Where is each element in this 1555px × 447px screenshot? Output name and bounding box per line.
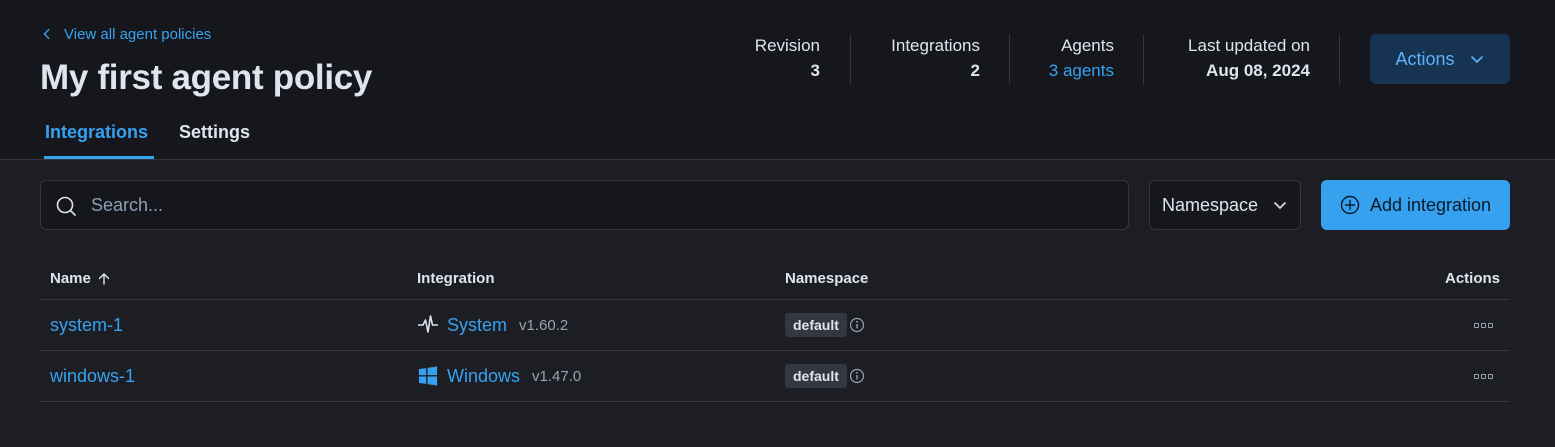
sort-ascending-icon: [98, 272, 110, 285]
divider: [40, 401, 1510, 402]
more-actions-icon[interactable]: [1474, 370, 1496, 382]
stat-revision-value: 3: [810, 61, 820, 80]
table-row: system-1: [50, 313, 123, 337]
info-icon[interactable]: [849, 317, 865, 333]
row-actions-cell: [1474, 313, 1496, 337]
search-input[interactable]: [91, 181, 1111, 229]
namespace-cell: default: [785, 364, 865, 388]
stat-integrations-label: Integrations: [891, 36, 980, 55]
active-tab-indicator: [44, 156, 154, 159]
actions-button-label: Actions: [1395, 48, 1455, 69]
stat-updated-value: Aug 08, 2024: [1206, 61, 1310, 80]
divider: [1339, 34, 1340, 84]
divider: [850, 34, 851, 84]
add-integration-label: Add integration: [1369, 194, 1492, 215]
namespace-badge: default: [785, 313, 847, 337]
back-link-label: View all agent policies: [64, 25, 212, 43]
divider: [1009, 34, 1010, 84]
integration-link[interactable]: Windows: [447, 366, 520, 387]
namespace-filter[interactable]: Namespace: [1149, 180, 1301, 230]
policy-name-link[interactable]: windows-1: [50, 366, 135, 387]
chevron-down-icon: [1470, 56, 1483, 64]
divider: [40, 350, 1510, 351]
integration-cell: Windows v1.47.0: [417, 364, 581, 388]
page-header: View all agent policies My first agent p…: [0, 0, 1555, 160]
column-header-namespace: Namespace: [785, 270, 869, 287]
add-integration-button[interactable]: Add integration: [1321, 180, 1510, 230]
actions-button[interactable]: Actions: [1370, 34, 1510, 84]
column-header-integration: Integration: [417, 270, 495, 287]
page-title: My first agent policy: [40, 58, 373, 97]
stat-updated-label: Last updated on: [1188, 36, 1310, 55]
integration-version: v1.60.2: [519, 316, 569, 334]
chevron-left-icon: [43, 28, 50, 40]
column-header-actions: Actions: [1445, 270, 1501, 287]
row-actions-cell: [1474, 364, 1496, 388]
integration-cell: System v1.60.2: [417, 313, 568, 337]
namespace-filter-label: Namespace: [1162, 194, 1259, 215]
more-actions-icon[interactable]: [1474, 319, 1496, 331]
namespace-badge: default: [785, 364, 847, 388]
divider: [40, 299, 1510, 300]
search-box[interactable]: [40, 180, 1129, 230]
windows-logo-icon: [417, 365, 439, 387]
plus-circle-icon: [1340, 195, 1360, 215]
integration-link[interactable]: System: [447, 315, 507, 336]
back-link[interactable]: View all agent policies: [40, 24, 211, 44]
stat-integrations: Integrations 2: [870, 34, 980, 84]
tab-settings[interactable]: Settings: [179, 122, 250, 143]
system-pulse-icon: [417, 314, 439, 336]
namespace-cell: default: [785, 313, 865, 337]
table-row: windows-1: [50, 364, 135, 388]
tab-integrations[interactable]: Integrations: [45, 122, 148, 143]
integration-version: v1.47.0: [532, 367, 582, 385]
stat-agents-label: Agents: [1061, 36, 1114, 55]
column-header-name-label: Name: [50, 270, 91, 287]
column-header-name[interactable]: Name: [50, 270, 111, 287]
search-icon: [56, 196, 76, 216]
stat-revision: Revision 3: [740, 34, 820, 84]
stat-integrations-value: 2: [970, 61, 980, 80]
info-icon[interactable]: [849, 368, 865, 384]
chevron-down-icon: [1274, 202, 1286, 210]
stat-agents: Agents 3 agents: [1030, 34, 1114, 84]
policy-name-link[interactable]: system-1: [50, 315, 123, 336]
agents-count-link[interactable]: 3 agents: [1030, 58, 1114, 84]
stat-revision-label: Revision: [754, 36, 820, 55]
divider: [1143, 34, 1144, 84]
stat-last-updated: Last updated on Aug 08, 2024: [1160, 34, 1310, 84]
